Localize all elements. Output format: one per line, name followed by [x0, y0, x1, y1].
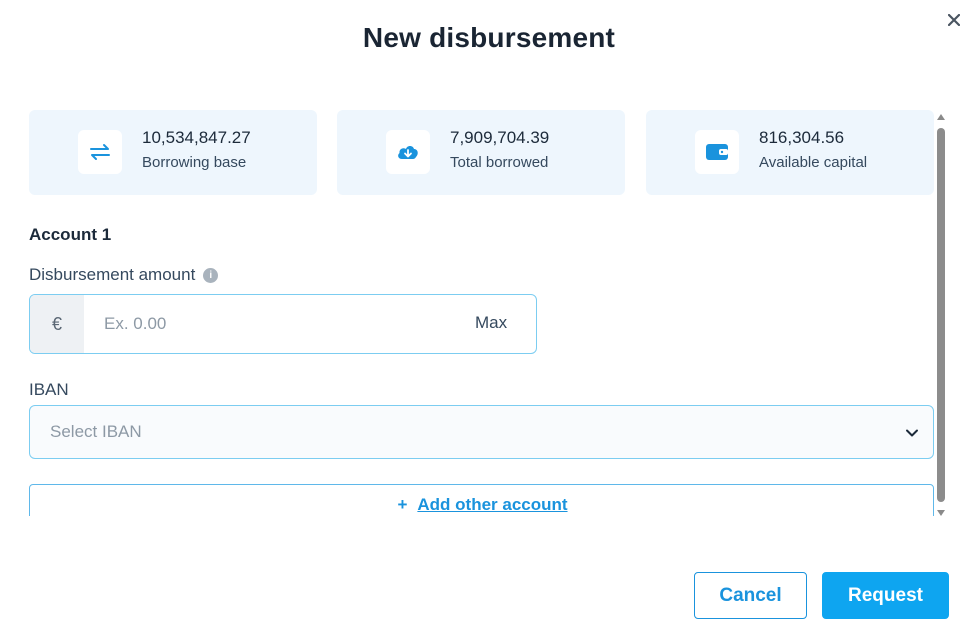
disbursement-amount-field: € Max	[29, 294, 537, 354]
add-other-account-content: + Add other account	[30, 495, 934, 515]
stat-value: 10,534,847.27	[142, 128, 251, 147]
max-button[interactable]: Max	[475, 313, 507, 333]
stat-label: Total borrowed	[450, 154, 549, 171]
disbursement-amount-label: Disbursement amount i	[29, 265, 219, 285]
scroll-up-arrow[interactable]	[937, 114, 945, 120]
chevron-down-icon	[906, 429, 918, 437]
swap-arrows-icon	[78, 130, 122, 174]
scrollbar[interactable]	[936, 114, 946, 516]
add-other-account-button[interactable]: + Add other account	[29, 484, 934, 516]
scrollbar-thumb[interactable]	[937, 128, 945, 502]
disbursement-amount-input[interactable]	[84, 295, 464, 353]
scroll-down-arrow[interactable]	[937, 510, 945, 516]
stat-label: Available capital	[759, 154, 868, 171]
download-cloud-icon	[386, 130, 430, 174]
stats-row: 10,534,847.27 Borrowing base 7,909,704.3…	[29, 110, 934, 195]
dialog-title: New disbursement	[362, 22, 616, 53]
cancel-button[interactable]: Cancel	[694, 572, 807, 619]
iban-select[interactable]: Select IBAN	[29, 405, 934, 459]
stat-value: 7,909,704.39	[450, 128, 550, 147]
currency-symbol: €	[30, 295, 84, 353]
plus-icon: +	[397, 495, 408, 514]
stat-label: Borrowing base	[142, 154, 247, 171]
disbursement-amount-label-text: Disbursement amount	[29, 265, 196, 284]
request-button[interactable]: Request	[822, 572, 949, 619]
wallet-icon	[695, 130, 739, 174]
iban-placeholder: Select IBAN	[50, 422, 142, 441]
account-title: Account 1	[29, 225, 112, 244]
dialog-content: 10,534,847.27 Borrowing base 7,909,704.3…	[29, 110, 934, 516]
add-other-account-link[interactable]: Add other account	[417, 495, 567, 514]
stat-card-total-borrowed: 7,909,704.39 Total borrowed	[337, 110, 625, 195]
stat-value: 816,304.56	[759, 128, 845, 147]
iban-label: IBAN	[29, 380, 69, 399]
stat-card-borrowing-base: 10,534,847.27 Borrowing base	[29, 110, 317, 195]
stat-card-available-capital: 816,304.56 Available capital	[646, 110, 934, 195]
info-icon[interactable]: i	[203, 267, 219, 283]
